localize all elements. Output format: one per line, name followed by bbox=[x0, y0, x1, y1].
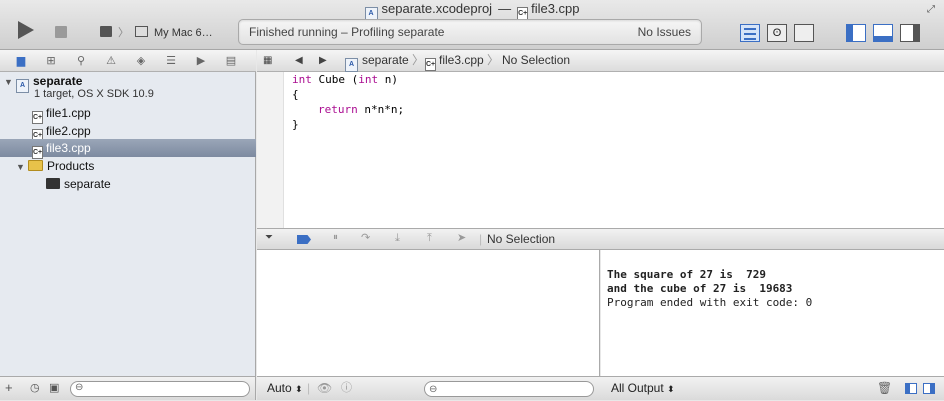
project-name: separate bbox=[33, 74, 83, 88]
product-row[interactable]: separate bbox=[0, 175, 256, 193]
console-line: and the cube of 27 is 19683 bbox=[607, 282, 793, 295]
toolbar: Aseparate.xcodeproj — C+ file3.cpp 〉 My Mac … bbox=[0, 0, 944, 50]
filter-icon: ⊖ bbox=[429, 384, 438, 395]
editor-gutter[interactable] bbox=[257, 72, 284, 228]
debug-selection[interactable]: No Selection bbox=[487, 229, 555, 249]
breakpoints-toggle-icon[interactable] bbox=[297, 235, 311, 244]
navigator-filter-bar: + ◷ ▣ ⊖ bbox=[0, 376, 256, 400]
trash-icon[interactable]: 🗑 bbox=[877, 377, 892, 400]
scm-filter-icon[interactable]: ▣ bbox=[49, 381, 59, 394]
toggle-utilities-button[interactable] bbox=[900, 24, 920, 42]
run-button[interactable] bbox=[18, 21, 34, 39]
scheme-icon bbox=[100, 26, 112, 37]
toggle-debug-area-button[interactable] bbox=[873, 24, 893, 42]
scheme-selector[interactable]: 〉 My Mac 6… bbox=[100, 24, 213, 42]
debug-nav-icon[interactable]: ☰ bbox=[164, 54, 178, 68]
project-subtitle: 1 target, OS X SDK 10.9 bbox=[34, 88, 154, 100]
toggle-navigator-button[interactable] bbox=[846, 24, 866, 42]
jump-bar: ▦ ◀ ▶ Aseparate 〉 C+ file3.cpp 〉 No Selec… bbox=[257, 50, 944, 72]
xcodeproj-icon: A bbox=[345, 58, 358, 72]
variables-filter-input[interactable]: ⊖ bbox=[424, 381, 594, 397]
source-editor[interactable]: int Cube (int n) { return n*n*n; } bbox=[257, 72, 944, 228]
jump-project[interactable]: Aseparate 〉 bbox=[345, 50, 424, 72]
add-icon[interactable]: + bbox=[5, 380, 13, 395]
code-line: int Cube (int n) bbox=[292, 73, 398, 86]
show-console-icon[interactable] bbox=[923, 383, 935, 394]
file-row[interactable]: C+ file1.cpp bbox=[0, 104, 256, 124]
step-over-icon[interactable]: ↷ bbox=[361, 228, 370, 248]
file-row[interactable]: C+ file2.cpp bbox=[0, 122, 256, 142]
code-line: return n*n*n; bbox=[318, 103, 405, 116]
folder-icon bbox=[28, 160, 43, 171]
step-into-icon[interactable]: ⤓ bbox=[395, 228, 400, 248]
log-nav-icon[interactable]: ▤ bbox=[224, 54, 238, 68]
mac-icon bbox=[135, 26, 148, 37]
symbol-nav-icon[interactable]: ⊞ bbox=[44, 54, 58, 68]
forward-icon[interactable]: ▶ bbox=[319, 50, 327, 71]
jump-file[interactable]: C+ file3.cpp 〉 bbox=[425, 50, 499, 71]
recent-files-icon[interactable]: ◷ bbox=[30, 381, 40, 394]
console-line: The square of 27 is 729 bbox=[607, 268, 766, 281]
console-output[interactable]: The square of 27 is 729 and the cube of … bbox=[601, 250, 944, 376]
info-icon[interactable]: ⓘ bbox=[341, 377, 352, 400]
project-navigator: ▼ Aseparate 1 target, OS X SDK 10.9 C+ fil… bbox=[0, 72, 256, 376]
issues-count[interactable]: No Issues bbox=[638, 25, 691, 39]
pause-icon[interactable]: ⏸ bbox=[333, 228, 338, 248]
code-line: } bbox=[292, 118, 299, 131]
folder-nav-icon[interactable]: ▆ bbox=[14, 54, 28, 68]
navigator-filter-input[interactable]: ⊖ bbox=[70, 381, 250, 397]
back-icon[interactable]: ◀ bbox=[295, 50, 303, 71]
window-title: Aseparate.xcodeproj — C+ file3.cpp bbox=[0, 0, 944, 21]
product-icon bbox=[46, 178, 60, 189]
activity-status: Finished running – Profiling separate No… bbox=[238, 19, 702, 45]
debug-bar: ⏷ ⏸ ↷ ⤓ ⤒ ➤ | No Selection bbox=[257, 228, 944, 250]
window-title-project: separate.xcodeproj bbox=[381, 1, 493, 16]
console-output-select[interactable]: All Output ⬍ bbox=[611, 377, 675, 401]
show-variables-icon[interactable] bbox=[905, 383, 917, 394]
filter-icon: ⊖ bbox=[75, 382, 84, 393]
issue-nav-icon[interactable]: ⚠ bbox=[104, 54, 118, 68]
console-line: Program ended with exit code: 0 bbox=[607, 296, 813, 309]
stop-button[interactable] bbox=[55, 26, 67, 38]
debug-area-bottom-bar: Auto ⬍ | 👁 ⓘ ⊖ All Output ⬍ 🗑 bbox=[257, 376, 944, 400]
cpp-file-icon: C+ bbox=[425, 58, 436, 71]
variables-view[interactable] bbox=[257, 250, 600, 376]
disclosure-triangle-icon[interactable]: ▼ bbox=[16, 158, 28, 176]
jump-selection[interactable]: No Selection bbox=[502, 50, 570, 71]
fullscreen-icon[interactable]: ⤢ bbox=[927, 4, 935, 15]
hide-debug-area-icon[interactable]: ⏷ bbox=[265, 228, 273, 248]
group-row[interactable]: ▼ Products bbox=[0, 157, 256, 175]
navigator-selector-bar: ▆ ⊞ ⚲ ⚠ ◈ ☰ ▶ ▤ bbox=[0, 50, 256, 72]
search-nav-icon[interactable]: ⚲ bbox=[74, 54, 88, 68]
code-line: { bbox=[292, 88, 299, 101]
standard-editor-button[interactable] bbox=[740, 24, 760, 42]
assistant-editor-button[interactable]: ʘ bbox=[767, 24, 787, 42]
related-items-icon[interactable]: ▦ bbox=[263, 50, 272, 71]
variables-scope-select[interactable]: Auto ⬍ bbox=[267, 377, 303, 401]
window-title-file: file3.cpp bbox=[531, 1, 580, 16]
step-out-icon[interactable]: ⤒ bbox=[427, 228, 432, 248]
disclosure-triangle-icon[interactable]: ▼ bbox=[4, 73, 16, 91]
file-row-selected[interactable]: C+ file3.cpp bbox=[0, 139, 256, 159]
version-editor-button[interactable] bbox=[794, 24, 814, 42]
status-text: Finished running – Profiling separate bbox=[249, 25, 445, 39]
test-nav-icon[interactable]: ◈ bbox=[134, 54, 148, 68]
location-icon[interactable]: ➤ bbox=[457, 228, 466, 248]
breakpoint-nav-icon[interactable]: ▶ bbox=[194, 54, 208, 68]
scheme-device-label: My Mac 6… bbox=[154, 27, 213, 39]
xcodeproj-icon: A bbox=[16, 79, 29, 93]
quick-look-icon[interactable]: 👁 bbox=[317, 377, 332, 400]
